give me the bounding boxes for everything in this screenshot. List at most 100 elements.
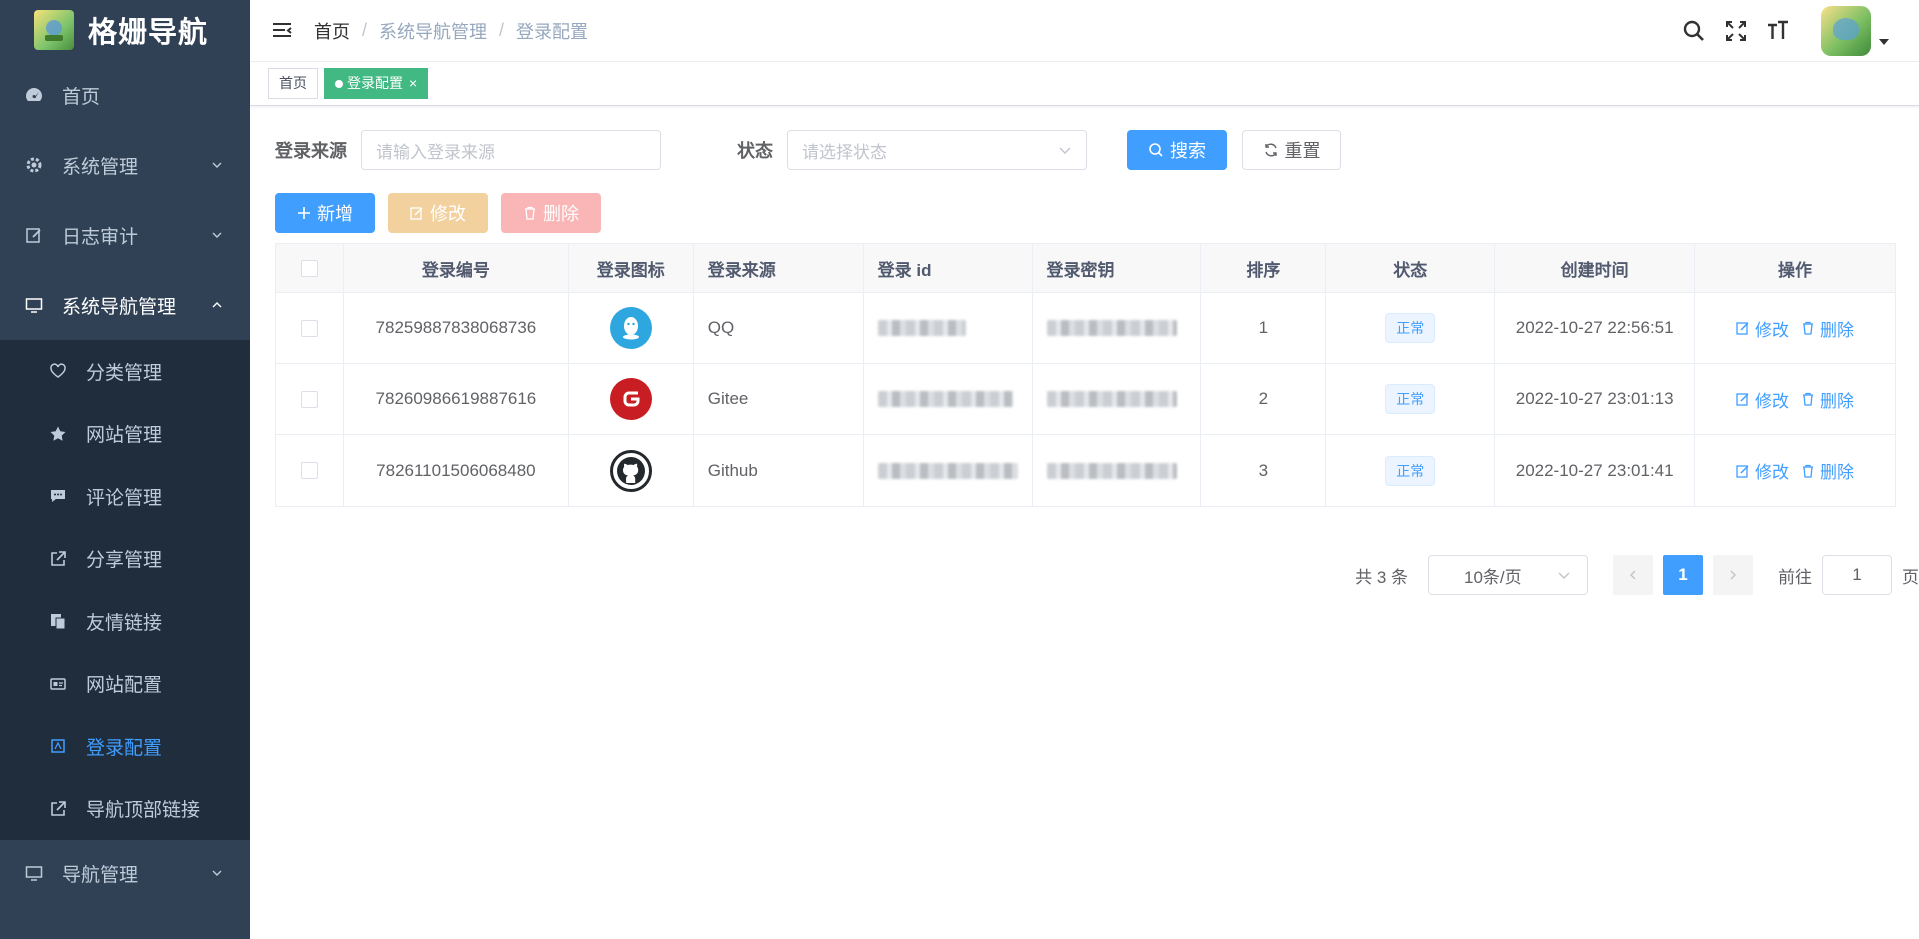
row-delete-button[interactable]: 删除 <box>1801 316 1854 341</box>
status-cell: 正常 <box>1326 364 1496 434</box>
row-edit-button[interactable]: 修改 <box>1736 387 1789 412</box>
breadcrumb-item-current: 登录配置 <box>516 21 589 42</box>
sort-cell: 3 <box>1201 435 1327 506</box>
row-delete-button[interactable]: 删除 <box>1801 387 1854 412</box>
sidebar-item-category[interactable]: 分类管理 <box>0 340 250 403</box>
masked-value <box>877 462 1018 479</box>
monitor-icon <box>24 863 44 883</box>
app-title: 格姗导航 <box>88 17 209 49</box>
trash-icon <box>1803 392 1814 406</box>
page-number-button[interactable]: 1 <box>1663 555 1703 595</box>
sidebar-item-audit[interactable]: 日志审计 <box>0 200 250 270</box>
caret-down-icon[interactable] <box>1879 39 1889 45</box>
trash-icon <box>1803 321 1814 335</box>
table-row[interactable]: 78259887838068736 QQ 1 正常 2022-10-27 22:… <box>276 293 1895 364</box>
fullscreen-icon[interactable] <box>1723 18 1749 44</box>
operation-cell: 修改 删除 <box>1695 364 1895 434</box>
login-id-cell: 78260986619887616 <box>344 364 569 434</box>
created-time-cell: 2022-10-27 22:56:51 <box>1495 293 1696 363</box>
source-input[interactable]: 请输入登录来源 <box>361 130 661 170</box>
select-all-checkbox[interactable] <box>300 259 318 277</box>
tag-home[interactable]: 首页 <box>268 68 318 99</box>
row-select-cell <box>276 435 344 506</box>
search-icon[interactable] <box>1681 18 1707 44</box>
sidebar-item-nav-manage[interactable]: 导航管理 <box>0 840 250 906</box>
edit-icon <box>1736 322 1749 335</box>
chevron-down-icon <box>212 162 222 168</box>
add-button[interactable]: 新增 <box>275 193 375 233</box>
sidebar-item-comment[interactable]: 评论管理 <box>0 465 250 528</box>
goto-page-input[interactable]: 1 <box>1822 555 1892 595</box>
sidebar-item-website[interactable]: 网站管理 <box>0 403 250 466</box>
main-content: 登录来源 请输入登录来源 状态 请选择状态 搜索 重置 新增 修改 删除 登录编… <box>250 106 1919 939</box>
close-icon[interactable]: × <box>409 69 417 98</box>
total-count: 共 3 条 <box>1355 567 1408 587</box>
copy-icon <box>48 611 68 631</box>
active-dot-icon <box>335 79 343 88</box>
sidebar-item-top-links[interactable]: 导航顶部链接 <box>0 778 250 841</box>
sidebar-item-system[interactable]: 系统管理 <box>0 130 250 200</box>
sidebar-item-login-config[interactable]: 登录配置 <box>0 715 250 778</box>
table-row[interactable]: 78260986619887616 Gitee 2 正常 2022-10-27 … <box>276 364 1895 435</box>
github-icon <box>609 449 652 492</box>
sidebar-item-friendlink[interactable]: 友情链接 <box>0 590 250 653</box>
sidebar-item-nav-system[interactable]: 系统导航管理 <box>0 270 250 340</box>
row-checkbox[interactable] <box>300 319 318 337</box>
sidebar-item-label: 网站配置 <box>86 675 163 697</box>
tag-login-config[interactable]: 登录配置 × <box>324 68 429 99</box>
sidebar-item-site-config[interactable]: 网站配置 <box>0 653 250 716</box>
row-edit-button[interactable]: 修改 <box>1736 316 1789 341</box>
login-source-cell: QQ <box>694 293 864 363</box>
status-cell: 正常 <box>1326 435 1496 506</box>
page-size-select[interactable]: 10条/页 <box>1428 555 1588 595</box>
search-button-label: 搜索 <box>1170 141 1206 161</box>
breadcrumb-item-home[interactable]: 首页 <box>314 18 350 44</box>
row-edit-button[interactable]: 修改 <box>1736 458 1789 483</box>
masked-value <box>1046 320 1177 336</box>
edit-icon <box>1736 393 1749 406</box>
row-delete-button[interactable]: 删除 <box>1801 458 1854 483</box>
login-id-cell: 78261101506068480 <box>344 435 569 506</box>
font-size-icon[interactable] <box>1765 18 1791 44</box>
login-source-cell: Github <box>694 435 864 506</box>
next-page-button[interactable] <box>1713 555 1753 595</box>
navbar: 首页 / 系统导航管理 / 登录配置 <box>250 0 1919 62</box>
row-edit-label: 修改 <box>1755 391 1790 411</box>
source-label: 登录来源 <box>275 141 347 161</box>
sidebar-item-share[interactable]: 分享管理 <box>0 528 250 591</box>
star-icon <box>48 424 68 444</box>
login-secret-cell <box>1033 435 1202 506</box>
prev-page-button[interactable] <box>1613 555 1653 595</box>
row-checkbox[interactable] <box>300 390 318 408</box>
chevron-down-icon <box>1059 147 1071 154</box>
page-size-value: 10条/页 <box>1464 567 1522 587</box>
monitor-icon <box>24 295 44 315</box>
row-checkbox[interactable] <box>300 462 318 479</box>
edit-button[interactable]: 修改 <box>388 193 488 233</box>
avatar[interactable] <box>1821 6 1871 56</box>
goto-label: 前往 <box>1778 567 1812 587</box>
gear-icon <box>24 155 44 175</box>
column-header: 登录来源 <box>694 244 864 292</box>
search-button[interactable]: 搜索 <box>1127 130 1227 170</box>
login-config-table: 登录编号 登录图标 登录来源 登录 id 登录密钥 排序 状态 创建时间 操作 … <box>275 243 1896 507</box>
reset-button[interactable]: 重置 <box>1242 130 1341 170</box>
login-icon-cell <box>569 293 694 363</box>
status-cell: 正常 <box>1326 293 1496 363</box>
page-jumper: 前往 1 页 <box>1778 555 1919 595</box>
sidebar-item-label: 系统管理 <box>62 156 139 178</box>
refresh-icon <box>1263 142 1279 158</box>
edit-icon <box>410 206 424 220</box>
chevron-right-icon <box>1730 570 1736 580</box>
sidebar-item-home[interactable]: 首页 <box>0 60 250 130</box>
id-card-icon <box>48 674 68 694</box>
table-row[interactable]: 78261101506068480 Github 3 正常 2022-10-27… <box>276 435 1895 506</box>
delete-button[interactable]: 删除 <box>501 193 601 233</box>
login-id-cell: 78259887838068736 <box>344 293 569 363</box>
masked-value <box>877 320 966 336</box>
row-delete-label: 删除 <box>1820 320 1855 340</box>
status-select[interactable]: 请选择状态 <box>787 130 1087 170</box>
hamburger-icon[interactable] <box>270 19 294 43</box>
logo[interactable]: 格姗导航 <box>0 0 250 60</box>
sidebar: 格姗导航 首页 系统管理 日志审计 系统导航管理 分类管理 网站管理 评论管理 … <box>0 0 250 939</box>
